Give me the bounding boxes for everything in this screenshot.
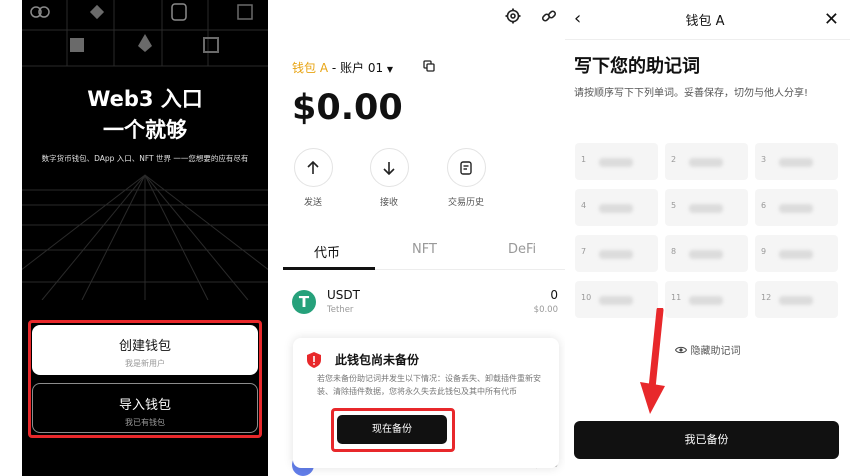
blurred-word [689, 204, 723, 213]
word-number: 9 [761, 247, 767, 256]
history-label: 交易历史 [447, 198, 484, 208]
tether-icon: T [292, 290, 316, 314]
welcome-title-line1: Web3 入口 [87, 87, 203, 111]
tab-defi[interactable]: DeFi [508, 242, 536, 257]
mnemonic-word-cell: 2 [665, 143, 748, 180]
blurred-word [779, 158, 813, 167]
history-action[interactable]: 交易历史 [436, 148, 496, 208]
create-wallet-hint: 我是新用户 [125, 359, 165, 368]
red-arrow-annotation [640, 308, 665, 414]
word-number: 3 [761, 155, 767, 164]
mnemonic-header: ‹ 钱包 A ✕ [565, 0, 850, 40]
tab-nft[interactable]: NFT [412, 242, 437, 257]
welcome-subtitle: 数字货币钱包、DApp 入口、NFT 世界 一一您想要的应有尽有 [41, 154, 249, 163]
mnemonic-word-cell: 6 [755, 189, 838, 226]
blurred-word [599, 296, 633, 305]
backup-warning-title: 此钱包尚未备份 [335, 353, 420, 367]
wallet-screen: 钱包 A - 账户 01 ▼ $0.00 发送 接收 交易历史 代币 NFT D… [283, 0, 565, 476]
mnemonic-screen: ‹ 钱包 A ✕ 写下您的助记词 请按顺序写下下列单词。妥善保存，切勿与他人分享… [565, 0, 850, 476]
word-number: 7 [581, 247, 587, 256]
create-wallet-button[interactable]: 创建钱包 我是新用户 [32, 325, 258, 375]
blurred-word [689, 250, 723, 259]
word-number: 4 [581, 201, 587, 210]
blurred-word [779, 296, 813, 305]
mnemonic-word-cell: 9 [755, 235, 838, 272]
decorative-grid-background [22, 0, 268, 300]
blurred-word [689, 158, 723, 167]
word-number: 12 [761, 293, 772, 302]
backup-warning-text: 若您未备份助记词并发生以下情况：设备丢失、卸载插件重新安装、清除插件数据，您将永… [317, 374, 541, 396]
mnemonic-word-cell: 4 [575, 189, 658, 226]
tab-tokens[interactable]: 代币 [314, 242, 340, 261]
import-wallet-label: 导入钱包 [118, 398, 171, 413]
gear-icon[interactable] [505, 8, 521, 24]
welcome-title: Web3 入口 一个就够 [22, 84, 268, 146]
history-icon [446, 148, 486, 187]
word-number: 5 [671, 201, 677, 210]
blurred-word [599, 204, 633, 213]
word-number: 2 [671, 155, 677, 164]
hide-mnemonic-label: 隐藏助记词 [690, 346, 741, 357]
balance-amount: $0.00 [292, 88, 403, 128]
screenshot-composite: Web3 入口 一个就够 数字货币钱包、DApp 入口、NFT 世界 一一您想要… [0, 0, 850, 476]
mnemonic-word-cell: 8 [665, 235, 748, 272]
mnemonic-word-cell: 7 [575, 235, 658, 272]
page-description: 请按顺序写下下列单词。妥善保存，切勿与他人分享! [574, 88, 809, 99]
word-number: 11 [671, 293, 682, 302]
mnemonic-word-cell: 12 [755, 281, 838, 318]
confirm-backup-button[interactable]: 我已备份 [574, 421, 839, 459]
send-label: 发送 [303, 198, 322, 208]
word-number: 10 [581, 293, 592, 302]
token-row-usdt[interactable]: T USDT Tether 0 $0.00 [292, 288, 558, 320]
arrow-down-icon [369, 148, 409, 187]
import-wallet-button[interactable]: 导入钱包 我已有钱包 [32, 383, 258, 433]
word-number: 8 [671, 247, 677, 256]
backup-now-button[interactable]: 现在备份 [337, 415, 447, 444]
wallet-top-icons [505, 8, 557, 24]
blurred-word [779, 250, 813, 259]
backup-warning-card: 此钱包尚未备份 若您未备份助记词并发生以下情况：设备丢失、卸载插件重新安装、清除… [293, 338, 559, 468]
word-number: 1 [581, 155, 587, 164]
token-symbol: USDT [327, 288, 360, 302]
wallet-actions: 发送 接收 交易历史 [283, 148, 565, 208]
account-label: - 账户 01 [331, 61, 384, 75]
shield-warning-icon [307, 352, 321, 372]
word-number: 6 [761, 201, 767, 210]
blurred-word [599, 250, 633, 259]
eye-icon [674, 346, 687, 357]
chevron-down-icon: ▼ [386, 65, 394, 74]
blurred-word [599, 158, 633, 167]
welcome-screen: Web3 入口 一个就够 数字货币钱包、DApp 入口、NFT 世界 一一您想要… [22, 0, 268, 476]
receive-action[interactable]: 接收 [359, 148, 419, 208]
token-amount: 0 [550, 288, 558, 302]
blurred-word [689, 296, 723, 305]
page-title: 写下您的助记词 [574, 56, 700, 77]
mnemonic-word-cell: 11 [665, 281, 748, 318]
token-value: $0.00 [533, 305, 558, 315]
welcome-title-line2: 一个就够 [103, 118, 187, 142]
send-action[interactable]: 发送 [283, 148, 343, 208]
arrow-up-icon [293, 148, 333, 187]
create-wallet-label: 创建钱包 [118, 339, 171, 354]
header-title: 钱包 A [685, 14, 725, 29]
link-icon[interactable] [541, 8, 557, 24]
wallet-name: 钱包 A [292, 61, 329, 75]
blurred-word [779, 204, 813, 213]
mnemonic-word-cell: 5 [665, 189, 748, 226]
receive-label: 接收 [379, 198, 398, 208]
account-selector[interactable]: 钱包 A - 账户 01 ▼ [292, 59, 393, 76]
active-tab-indicator [283, 267, 375, 270]
import-wallet-hint: 我已有钱包 [125, 418, 165, 427]
mnemonic-word-cell: 1 [575, 143, 658, 180]
hide-mnemonic-toggle[interactable]: 隐藏助记词 [565, 342, 850, 357]
token-name: Tether [327, 305, 354, 315]
mnemonic-word-cell: 3 [755, 143, 838, 180]
copy-icon[interactable] [423, 60, 435, 72]
close-icon[interactable]: ✕ [824, 9, 839, 30]
asset-tabs: 代币 NFT DeFi [283, 238, 565, 270]
